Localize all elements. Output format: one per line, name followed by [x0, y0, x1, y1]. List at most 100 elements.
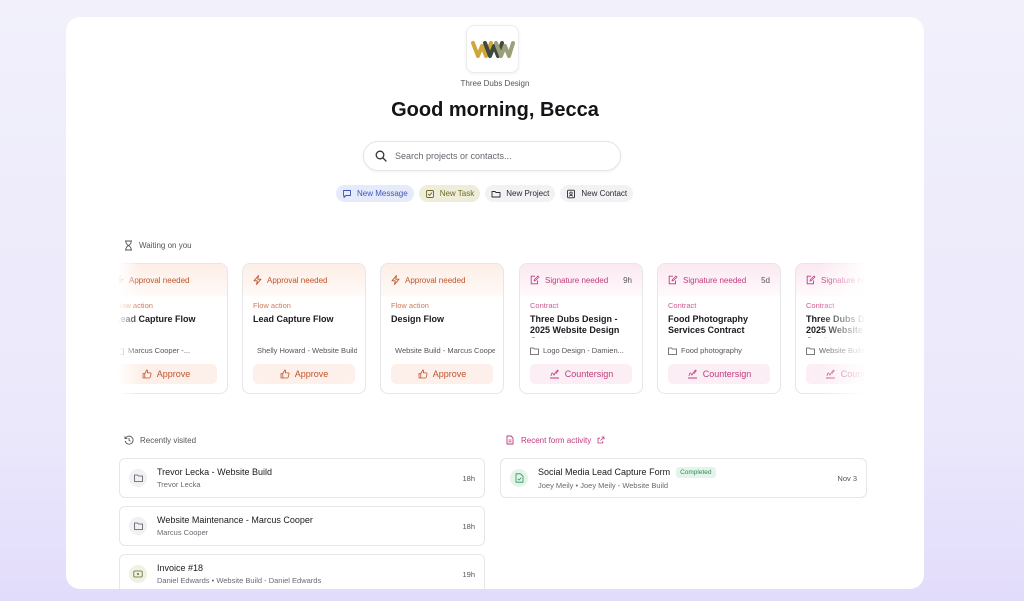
- approve-button[interactable]: Approve: [253, 364, 355, 384]
- waiting-card[interactable]: Signature needed 5d Contract Food Photog…: [657, 263, 781, 394]
- form-activity-heading[interactable]: Recent form activity: [505, 435, 605, 445]
- countersign-button[interactable]: Countersign: [806, 364, 866, 384]
- folder-icon: [668, 347, 677, 355]
- waiting-card[interactable]: Signature needed Contract Three Dubs Des…: [795, 263, 866, 394]
- approve-button-label: Approve: [294, 369, 329, 379]
- card-status: Approval needed: [267, 275, 328, 285]
- card-kind: Flow action: [253, 301, 291, 310]
- recently-visited-label: Recently visited: [140, 435, 197, 445]
- home-panel: Three Dubs Design Good morning, Becca Ne…: [66, 17, 924, 589]
- task-check-icon: [425, 189, 434, 198]
- card-kind: Contract: [806, 301, 835, 310]
- card-kind: Contract: [530, 301, 559, 310]
- card-age: 5d: [761, 275, 770, 285]
- history-icon: [124, 435, 134, 445]
- form-activity-time: Nov 3: [837, 473, 857, 483]
- thumbs-up-icon: [418, 369, 428, 379]
- recent-item[interactable]: Invoice #18 Daniel Edwards • Website Bui…: [119, 554, 485, 589]
- folder-plus-icon: [491, 190, 501, 197]
- card-kind: Contract: [668, 301, 697, 310]
- folder-icon: [530, 347, 539, 355]
- card-title: Three Dubs Design - 2025 Website Design …: [806, 314, 866, 338]
- new-message-button[interactable]: New Message: [336, 185, 414, 202]
- card-context-label: Website Build: [819, 346, 865, 355]
- recently-visited-heading: Recently visited: [124, 435, 196, 445]
- recent-item-title: Website Maintenance - Marcus Cooper: [157, 515, 313, 525]
- external-link-icon: [597, 436, 605, 444]
- approve-button[interactable]: Approve: [391, 364, 493, 384]
- lightning-icon: [118, 275, 124, 285]
- waiting-cards-carousel[interactable]: Approval needed Flow action Lead Capture…: [118, 263, 866, 395]
- card-context: Food photography: [668, 346, 772, 355]
- signature-pen-icon: [549, 369, 559, 379]
- recent-item-subtitle: Daniel Edwards • Website Build - Daniel …: [157, 576, 322, 585]
- new-contact-label: New Contact: [581, 189, 628, 198]
- waiting-card[interactable]: Approval needed Flow action Lead Capture…: [118, 263, 228, 394]
- card-context-label: Shelly Howard - Website Build: [257, 346, 357, 355]
- waiting-card[interactable]: Signature needed 9h Contract Three Dubs …: [519, 263, 643, 394]
- invoice-icon: [129, 565, 147, 583]
- company-logo[interactable]: [466, 25, 519, 73]
- sign-document-icon: [806, 275, 816, 285]
- card-context-label: Food photography: [681, 346, 742, 355]
- countersign-button-label: Countersign: [702, 369, 752, 379]
- folder-icon: [806, 347, 815, 355]
- form-activity-subtitle: Joey Meily • Joey Meily - Website Build: [538, 480, 669, 490]
- lightning-icon: [391, 275, 400, 285]
- recent-item[interactable]: Trevor Lecka - Website Build Trevor Leck…: [119, 458, 485, 498]
- card-status: Approval needed: [405, 275, 466, 285]
- new-project-label: New Project: [506, 189, 550, 198]
- approve-button[interactable]: Approve: [118, 364, 217, 384]
- countersign-button-label: Countersign: [840, 369, 866, 379]
- www-logo-icon: [470, 41, 515, 58]
- card-title: Design Flow: [391, 314, 445, 324]
- card-title: Three Dubs Design - 2025 Website Design …: [530, 314, 620, 338]
- card-kind: Flow action: [118, 301, 153, 310]
- recent-item-time: 18h: [462, 473, 475, 483]
- card-context-label: Logo Design - Damien...: [543, 346, 624, 355]
- sign-document-icon: [530, 275, 540, 285]
- waiting-heading: Waiting on you: [124, 240, 192, 251]
- card-kind: Flow action: [391, 301, 429, 310]
- thumbs-up-icon: [142, 369, 152, 379]
- new-task-label: New Task: [439, 189, 475, 198]
- waiting-card[interactable]: Approval needed Flow action Lead Capture…: [242, 263, 366, 394]
- countersign-button[interactable]: Countersign: [530, 364, 632, 384]
- card-status: Approval needed: [129, 275, 190, 285]
- recent-item-title: Invoice #18: [157, 563, 204, 573]
- card-title: Food Photography Services Contract: [668, 314, 748, 335]
- contact-icon: [567, 189, 576, 198]
- signature-pen-icon: [687, 369, 697, 379]
- card-status: Signature needed: [545, 275, 609, 285]
- form-activity-title: Social Media Lead Capture Form: [538, 467, 671, 477]
- form-document-icon: [506, 435, 514, 445]
- approve-button-label: Approve: [432, 369, 467, 379]
- greeting-heading: Good morning, Becca: [391, 99, 599, 121]
- form-activity-label: Recent form activity: [521, 435, 592, 445]
- new-task-button[interactable]: New Task: [418, 185, 481, 202]
- countersign-button[interactable]: Countersign: [668, 364, 770, 384]
- folder-icon: [118, 347, 124, 355]
- signature-pen-icon: [825, 369, 835, 379]
- waiting-card[interactable]: Approval needed Flow action Design Flow …: [380, 263, 504, 394]
- new-project-button[interactable]: New Project: [485, 185, 556, 202]
- message-icon: [343, 189, 351, 198]
- card-context: Marcus Cooper -...: [118, 346, 219, 355]
- search-bar[interactable]: [363, 141, 621, 171]
- folder-icon: [129, 517, 147, 535]
- card-status: Signature needed: [683, 275, 747, 285]
- sign-document-icon: [668, 275, 678, 285]
- recent-item-time: 19h: [462, 569, 475, 579]
- card-context-label: Marcus Cooper -...: [128, 346, 191, 355]
- recent-item[interactable]: Website Maintenance - Marcus Cooper Marc…: [119, 506, 485, 546]
- recent-item-subtitle: Marcus Cooper: [157, 528, 209, 537]
- quick-actions: New Message New Task New Project New Con…: [336, 185, 634, 202]
- form-activity-item[interactable]: Social Media Lead Capture Form Completed…: [500, 458, 867, 498]
- approve-button-label: Approve: [156, 369, 191, 379]
- hourglass-icon: [125, 240, 132, 251]
- new-contact-button[interactable]: New Contact: [560, 185, 634, 202]
- card-context: Logo Design - Damien...: [530, 346, 634, 355]
- card-context: Website Build: [806, 346, 866, 355]
- completed-badge: Completed: [676, 466, 716, 478]
- search-input[interactable]: [395, 151, 605, 161]
